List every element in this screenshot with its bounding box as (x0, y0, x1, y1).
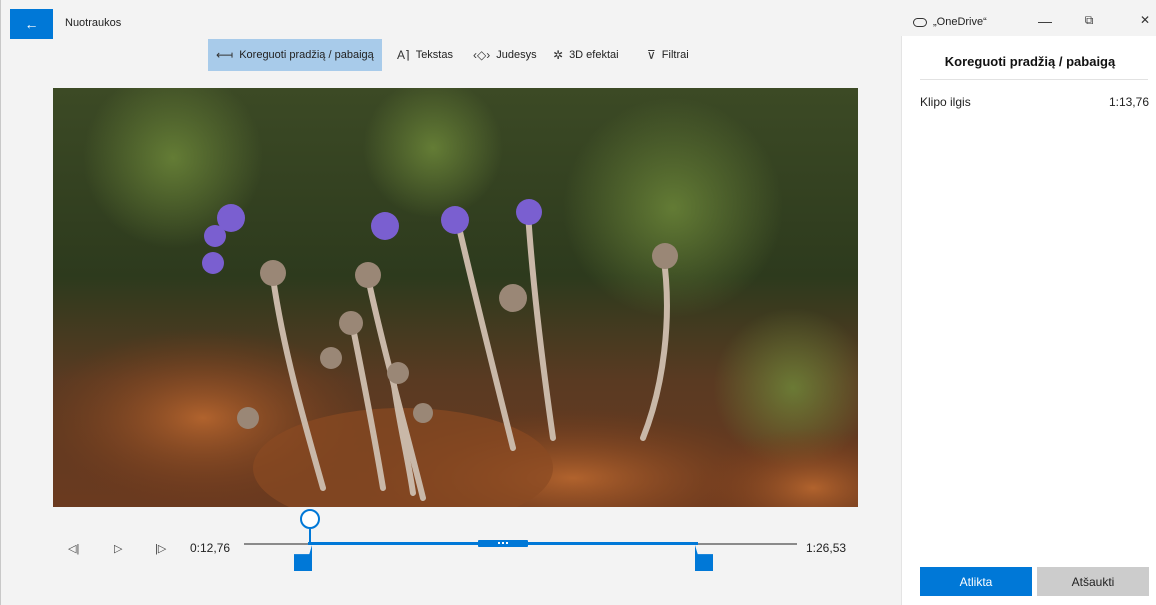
clip-length-label: Klipo ilgis (920, 95, 971, 109)
trim-icon: ⟻ (216, 48, 234, 62)
video-frame-image (53, 88, 858, 507)
filters-icon: ⊽ (647, 48, 656, 62)
3d-effects-icon: ✲ (553, 48, 564, 62)
tool-motion[interactable]: ‹◇› Judesys (465, 39, 545, 71)
start-time-readout: 0:12,76 (190, 541, 231, 555)
done-button[interactable]: Atlikta (920, 567, 1032, 596)
trim-side-panel: Koreguoti pradžią / pabaigą Klipo ilgis … (901, 36, 1156, 605)
tool-label: 3D efektai (569, 49, 619, 61)
tool-3d-effects[interactable]: ✲ 3D efektai (545, 39, 627, 71)
maximize-button[interactable]: ⧉ (1079, 13, 1099, 28)
tool-label: Tekstas (415, 49, 453, 61)
text-icon: A⌉ (397, 48, 410, 62)
playhead-handle[interactable] (300, 509, 320, 529)
video-preview[interactable] (53, 88, 858, 507)
previous-frame-button[interactable]: ◁| (68, 542, 79, 555)
trim-start-handle[interactable] (294, 545, 312, 571)
clip-length-value: 1:13,76 (1108, 95, 1149, 109)
divider (920, 79, 1148, 80)
tool-filters[interactable]: ⊽ Filtrai (639, 39, 697, 71)
next-frame-button[interactable]: |▷ (155, 542, 166, 555)
tool-label: Judesys (496, 49, 537, 61)
motion-icon: ‹◇› (473, 48, 491, 62)
cancel-button[interactable]: Atšaukti (1037, 567, 1149, 596)
range-drag-grip[interactable] (478, 540, 528, 547)
title-bar: ← Nuotraukos „OneDrive“ — ⧉ ✕ (1, 0, 1156, 39)
cloud-icon (913, 17, 927, 27)
onedrive-status[interactable]: „OneDrive“ (913, 16, 987, 28)
back-button[interactable]: ← (10, 9, 53, 39)
tool-text[interactable]: A⌉ Tekstas (389, 39, 461, 71)
trim-timeline: ◁| ▷ |▷ 0:12,76 1:26,53 (1, 505, 901, 605)
close-button[interactable]: ✕ (1135, 13, 1155, 27)
playhead-line (309, 529, 311, 543)
trim-end-handle[interactable] (695, 545, 713, 571)
play-button[interactable]: ▷ (114, 542, 122, 555)
app-title: Nuotraukos (65, 17, 122, 29)
editing-toolbar: ⟻ Koreguoti pradžią / pabaigą A⌉ Tekstas… (1, 39, 901, 71)
panel-title: Koreguoti pradžią / pabaigą (944, 54, 1116, 69)
photos-window: ← Nuotraukos „OneDrive“ — ⧉ ✕ ⟻ Koreguot… (0, 0, 1156, 605)
back-arrow-icon: ← (24, 16, 39, 32)
onedrive-label: „OneDrive“ (933, 16, 987, 28)
end-time-readout: 1:26,53 (806, 541, 847, 555)
tool-label: Filtrai (661, 49, 689, 61)
tool-trim[interactable]: ⟻ Koreguoti pradžią / pabaigą (208, 39, 382, 71)
tool-label: Koreguoti pradžią / pabaigą (239, 49, 374, 61)
minimize-button[interactable]: — (1035, 13, 1055, 29)
